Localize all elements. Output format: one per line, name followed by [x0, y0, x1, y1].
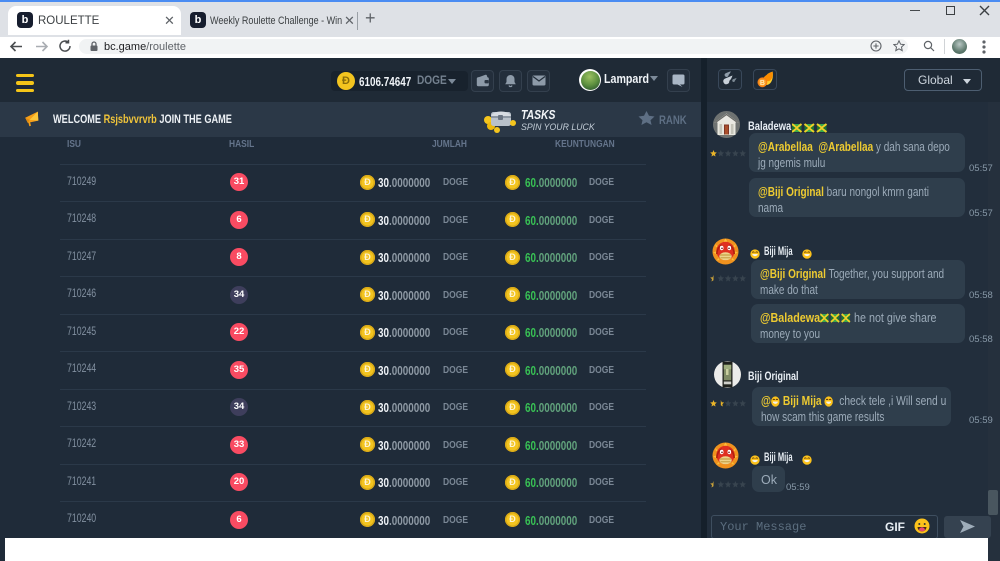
svg-text:B: B [760, 80, 765, 87]
